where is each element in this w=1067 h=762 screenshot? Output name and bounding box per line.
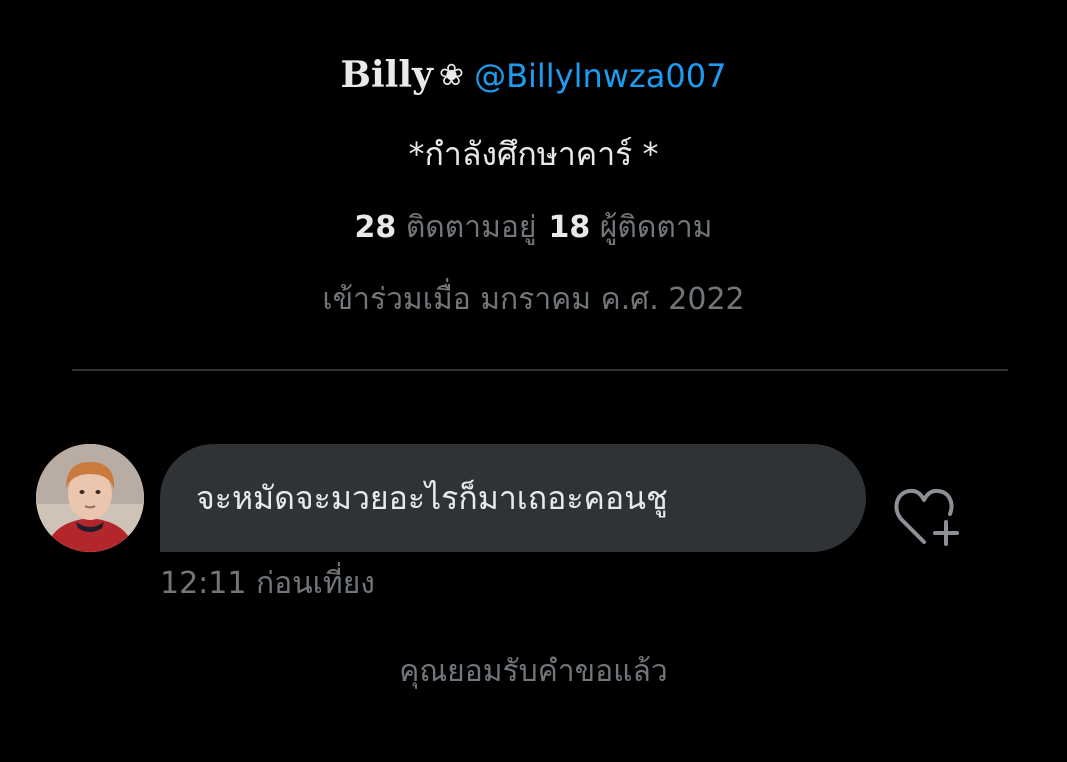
flower-emoji: ❀	[438, 58, 465, 93]
message-text: จะหมัดจะมวยอะไรก็มาเถอะคอนชู	[196, 478, 668, 517]
message-timestamp: 12:11 ก่อนเที่ยง	[160, 566, 375, 601]
heart-plus-icon	[894, 488, 959, 546]
divider	[72, 369, 1008, 371]
profile-name-row: Billy ❀ @Billylnwza007	[0, 52, 1067, 99]
profile-stats: 28 ติดตามอยู่ 18 ผู้ติดตาม	[0, 206, 1067, 250]
joined-date: เข้าร่วมเมื่อ มกราคม ค.ศ. 2022	[322, 282, 745, 317]
avatar-image	[36, 444, 144, 552]
followers-label: ผู้ติดตาม	[599, 210, 713, 245]
avatar[interactable]	[36, 444, 144, 552]
display-name[interactable]: Billy	[341, 54, 433, 96]
react-button[interactable]	[890, 484, 966, 550]
following-count: 28	[354, 210, 397, 245]
followers-link[interactable]: 18 ผู้ติดตาม	[549, 210, 713, 245]
following-label: ติดตามอยู่	[405, 210, 537, 245]
request-accepted-status: คุณยอมรับคำขอแล้ว	[399, 654, 668, 689]
following-link[interactable]: 28 ติดตามอยู่	[355, 210, 537, 245]
followers-count: 18	[548, 210, 591, 245]
message-bubble[interactable]: จะหมัดจะมวยอะไรก็มาเถอะคอนชู	[160, 444, 866, 552]
profile-bio: *กำลังศึกษาคาร์ *	[408, 135, 659, 173]
user-handle[interactable]: @Billylnwza007	[474, 57, 726, 95]
